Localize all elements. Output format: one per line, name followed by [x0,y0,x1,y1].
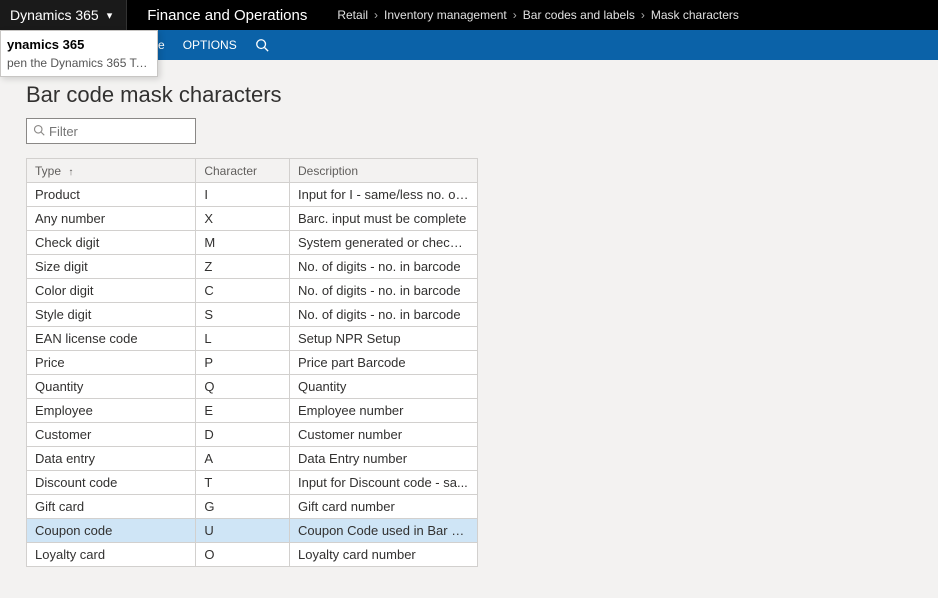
cell-character[interactable]: X [196,207,290,231]
cell-type[interactable]: Any number [27,207,196,231]
cell-type[interactable]: Gift card [27,495,196,519]
cell-description[interactable]: System generated or checked [289,231,477,255]
breadcrumb-item[interactable]: Bar codes and labels [523,8,635,22]
brand-label: Dynamics 365 [10,7,99,23]
cell-description[interactable]: No. of digits - no. in barcode [289,255,477,279]
mask-characters-table: Type ↑ Character Description ProductIInp… [26,158,478,567]
breadcrumb-item[interactable]: Retail [337,8,368,22]
cell-character[interactable]: L [196,327,290,351]
cell-type[interactable]: Quantity [27,375,196,399]
cell-description[interactable]: Coupon Code used in Bar code [289,519,477,543]
table-row[interactable]: CustomerDCustomer number [27,423,478,447]
cell-character[interactable]: G [196,495,290,519]
cell-character[interactable]: U [196,519,290,543]
table-row[interactable]: PricePPrice part Barcode [27,351,478,375]
cell-description[interactable]: Customer number [289,423,477,447]
cell-description[interactable]: Price part Barcode [289,351,477,375]
column-label: Character [204,164,257,178]
options-button[interactable]: OPTIONS [183,38,237,52]
table-row[interactable]: Any numberXBarc. input must be complete [27,207,478,231]
cell-type[interactable]: Coupon code [27,519,196,543]
chevron-right-icon: › [374,8,378,22]
cell-description[interactable]: Gift card number [289,495,477,519]
cell-character[interactable]: M [196,231,290,255]
page-content: Bar code mask characters Type ↑ Characte… [0,60,938,598]
cell-type[interactable]: Data entry [27,447,196,471]
global-header: Dynamics 365 ▾ Finance and Operations Re… [0,0,938,30]
dropdown-title: ynamics 365 [1,31,157,54]
table-row[interactable]: Gift cardGGift card number [27,495,478,519]
cell-type[interactable]: Color digit [27,279,196,303]
cell-type[interactable]: EAN license code [27,327,196,351]
breadcrumb-item[interactable]: Inventory management [384,8,507,22]
chevron-right-icon: › [641,8,645,22]
cell-type[interactable]: Product [27,183,196,207]
table-row[interactable]: Loyalty cardOLoyalty card number [27,543,478,567]
cell-type[interactable]: Discount code [27,471,196,495]
table-row[interactable]: Data entryAData Entry number [27,447,478,471]
table-row[interactable]: QuantityQQuantity [27,375,478,399]
cell-character[interactable]: I [196,183,290,207]
column-header-type[interactable]: Type ↑ [27,159,196,183]
breadcrumb: Retail › Inventory management › Bar code… [327,0,749,30]
brand-dropdown-tooltip[interactable]: ynamics 365 pen the Dynamics 365 Task Pa… [0,30,158,77]
cell-character[interactable]: P [196,351,290,375]
cell-character[interactable]: S [196,303,290,327]
table-row[interactable]: Coupon codeUCoupon Code used in Bar code [27,519,478,543]
cell-type[interactable]: Loyalty card [27,543,196,567]
column-label: Description [298,164,358,178]
cell-type[interactable]: Price [27,351,196,375]
column-header-description[interactable]: Description [289,159,477,183]
cell-description[interactable]: Data Entry number [289,447,477,471]
cell-type[interactable]: Style digit [27,303,196,327]
cell-character[interactable]: E [196,399,290,423]
cell-description[interactable]: Employee number [289,399,477,423]
cell-description[interactable]: Loyalty card number [289,543,477,567]
table-row[interactable]: Check digitMSystem generated or checked [27,231,478,255]
cell-character[interactable]: Q [196,375,290,399]
cell-character[interactable]: C [196,279,290,303]
column-header-character[interactable]: Character [196,159,290,183]
search-icon[interactable] [255,38,269,52]
page-title: Bar code mask characters [26,82,938,108]
actionbar-fragment: e [158,38,165,52]
cell-type[interactable]: Check digit [27,231,196,255]
cell-character[interactable]: T [196,471,290,495]
dropdown-subtitle: pen the Dynamics 365 Task Pane [1,54,157,76]
app-title: Finance and Operations [127,0,327,30]
cell-description[interactable]: Input for Discount code - sa... [289,471,477,495]
cell-description[interactable]: No. of digits - no. in barcode [289,279,477,303]
cell-character[interactable]: A [196,447,290,471]
cell-type[interactable]: Employee [27,399,196,423]
filter-input[interactable] [49,124,189,139]
cell-description[interactable]: Quantity [289,375,477,399]
table-row[interactable]: Style digitSNo. of digits - no. in barco… [27,303,478,327]
sort-ascending-icon: ↑ [68,167,73,178]
cell-character[interactable]: O [196,543,290,567]
table-row[interactable]: EAN license codeLSetup NPR Setup [27,327,478,351]
cell-description[interactable]: Barc. input must be complete [289,207,477,231]
cell-character[interactable]: Z [196,255,290,279]
chevron-down-icon: ▾ [107,9,113,22]
filter-box[interactable] [26,118,196,144]
table-row[interactable]: ProductIInput for I - same/less no. of .… [27,183,478,207]
chevron-right-icon: › [513,8,517,22]
search-icon [33,124,45,139]
cell-type[interactable]: Size digit [27,255,196,279]
cell-type[interactable]: Customer [27,423,196,447]
table-row[interactable]: Color digitCNo. of digits - no. in barco… [27,279,478,303]
column-label: Type [35,164,61,178]
brand-switcher[interactable]: Dynamics 365 ▾ [0,0,127,30]
table-row[interactable]: Size digitZNo. of digits - no. in barcod… [27,255,478,279]
table-row[interactable]: EmployeeEEmployee number [27,399,478,423]
cell-character[interactable]: D [196,423,290,447]
cell-description[interactable]: Input for I - same/less no. of ... [289,183,477,207]
table-row[interactable]: Discount codeTInput for Discount code - … [27,471,478,495]
breadcrumb-item[interactable]: Mask characters [651,8,739,22]
cell-description[interactable]: No. of digits - no. in barcode [289,303,477,327]
cell-description[interactable]: Setup NPR Setup [289,327,477,351]
